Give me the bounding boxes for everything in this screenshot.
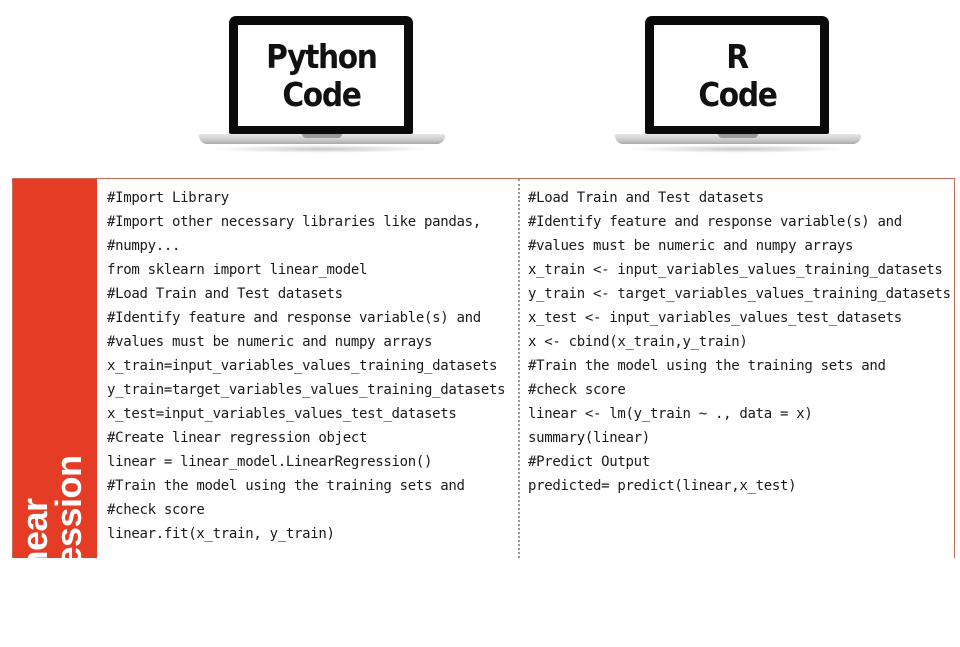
laptop-screen: R Code bbox=[654, 25, 820, 126]
r-code-line: #Identify feature and response variable(… bbox=[528, 214, 902, 230]
section-label-line1: Linear bbox=[14, 498, 55, 604]
r-code-line: #Train the model using the training sets… bbox=[528, 358, 886, 374]
python-code-title-line1: Python bbox=[265, 36, 378, 76]
r-code-line: linear <- lm(y_train ~ ., data = x) bbox=[528, 406, 813, 422]
python-code-line: #Create linear regression object bbox=[107, 430, 368, 446]
r-code-line: predicted= predict(linear,x_test) bbox=[528, 478, 797, 494]
r-code-line: x_train <- input_variables_values_traini… bbox=[528, 262, 943, 278]
python-code-line: #Identify feature and response variable(… bbox=[107, 310, 481, 326]
laptop-lid: R Code bbox=[645, 16, 829, 134]
laptop-notch bbox=[302, 134, 342, 138]
r-code-line: x_test <- input_variables_values_test_da… bbox=[528, 310, 902, 326]
r-code-line: #values must be numeric and numpy arrays bbox=[528, 238, 854, 254]
python-code-line: #Load Train and Test datasets bbox=[107, 286, 343, 302]
python-code-line: #Import other necessary libraries like p… bbox=[107, 214, 481, 230]
r-code-line: #Load Train and Test datasets bbox=[528, 190, 764, 206]
r-code-title-line2: Code bbox=[697, 74, 778, 114]
r-code-line: #Predict Output bbox=[528, 454, 650, 470]
column-divider bbox=[518, 179, 520, 558]
r-code-block: #Load Train and Test datasets #Identify f… bbox=[528, 186, 951, 498]
r-code-line: #check score bbox=[528, 382, 626, 398]
python-code-line: #Import Library bbox=[107, 190, 229, 206]
python-code-line: #values must be numeric and numpy arrays bbox=[107, 334, 433, 350]
python-code-line: linear.fit(x_train, y_train) bbox=[107, 526, 335, 542]
python-code-line: #numpy... bbox=[107, 238, 181, 254]
python-code-line: x_test=input_variables_values_test_datas… bbox=[107, 406, 457, 422]
r-laptop-illustration: R Code bbox=[615, 16, 861, 156]
laptop-notch bbox=[718, 134, 758, 138]
python-code-line: x_train=input_variables_values_training_… bbox=[107, 358, 498, 374]
laptop-shadow bbox=[627, 145, 849, 153]
python-code-line: y_train=target_variables_values_training… bbox=[107, 382, 506, 398]
r-code-line: summary(linear) bbox=[528, 430, 650, 446]
python-code-line: from sklearn import linear_model bbox=[107, 262, 368, 278]
python-code-line: #Train the model using the training sets… bbox=[107, 478, 465, 494]
r-code-line: y_train <- target_variables_values_train… bbox=[528, 286, 951, 302]
laptop-lid: Python Code bbox=[229, 16, 413, 134]
r-code-title-line1: R bbox=[726, 36, 749, 76]
python-code-line: linear = linear_model.LinearRegression() bbox=[107, 454, 433, 470]
r-code-line: x <- cbind(x_train,y_train) bbox=[528, 334, 748, 350]
laptop-screen: Python Code bbox=[238, 25, 404, 126]
python-code-block: #Import Library #Import other necessary l… bbox=[107, 186, 506, 546]
code-comparison-panel: Linear Regression #Import Library #Import… bbox=[12, 178, 955, 647]
section-label: Linear Regression bbox=[14, 455, 89, 647]
python-code-line: #check score bbox=[107, 502, 205, 518]
laptop-shadow bbox=[211, 145, 433, 153]
python-laptop-illustration: Python Code bbox=[199, 16, 445, 156]
section-side-bar: Linear Regression bbox=[13, 179, 97, 647]
python-code-title-line2: Code bbox=[281, 74, 362, 114]
section-label-line2: Regression bbox=[48, 455, 89, 647]
